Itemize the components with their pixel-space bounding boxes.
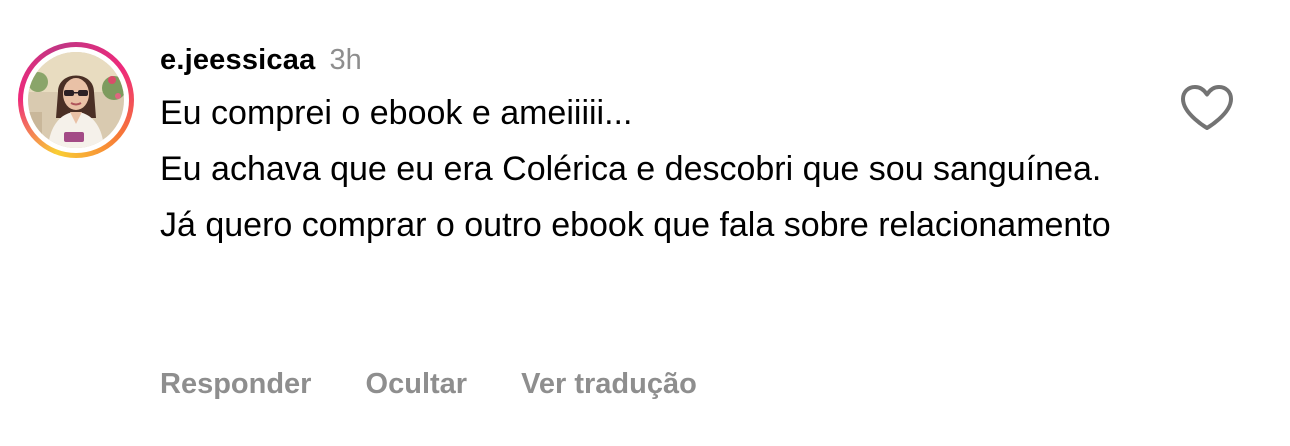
comment-text-line: Eu comprei o ebook e ameiiiii...	[160, 94, 633, 132]
comment-actions: Responder Ocultar Ver tradução	[160, 363, 743, 405]
see-translation-button[interactable]: Ver tradução	[521, 363, 697, 405]
comment-text-line: Eu achava que eu era Colérica e descobri…	[160, 150, 1102, 188]
username-link[interactable]: e.jeessicaa	[160, 44, 315, 76]
comment-timestamp: 3h	[329, 44, 362, 76]
comment-body: e.jeessicaa 3h Eu comprei o ebook e amei…	[160, 40, 1120, 247]
hide-button[interactable]: Ocultar	[366, 363, 468, 405]
avatar[interactable]	[28, 52, 124, 148]
reply-button[interactable]: Responder	[160, 363, 311, 405]
avatar-frame	[23, 47, 129, 153]
comment-header: e.jeessicaa 3h	[160, 40, 1120, 80]
comment-item: e.jeessicaa 3h Eu comprei o ebook e amei…	[0, 0, 1290, 446]
story-ring[interactable]	[18, 42, 134, 158]
like-button[interactable]	[1180, 84, 1234, 132]
comment-text-line: Já quero comprar o outro ebook que fala …	[160, 206, 1111, 244]
avatar-photo	[28, 52, 124, 148]
heart-outline-icon	[1181, 85, 1233, 130]
